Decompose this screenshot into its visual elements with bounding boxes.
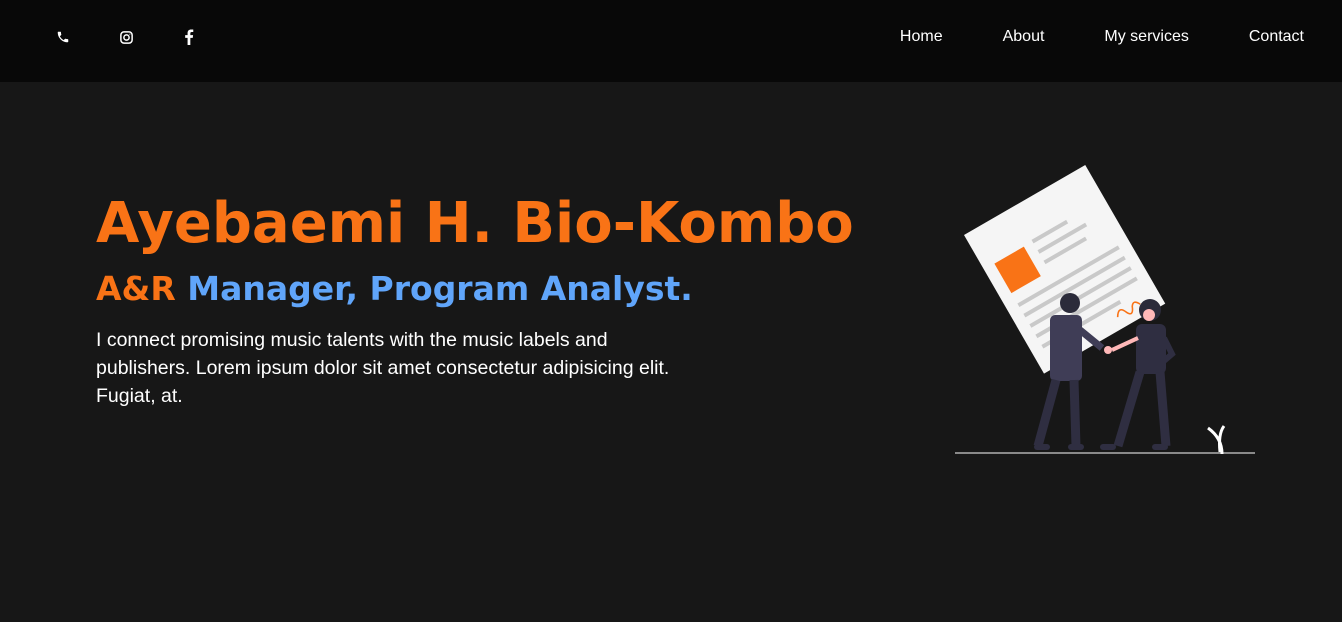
hero-description: I connect promising music talents with t…: [96, 329, 670, 407]
hero-role-title: Manager, Program Analyst.: [187, 269, 693, 308]
nav-home-link[interactable]: Home: [900, 27, 943, 47]
agreement-handshake-illustration: [950, 160, 1260, 460]
instagram-icon[interactable]: [115, 26, 137, 48]
phone-icon[interactable]: [52, 26, 74, 48]
social-links: [52, 26, 200, 48]
hero-role-accent: A&R: [96, 269, 176, 308]
nav-about-link[interactable]: About: [1003, 27, 1045, 47]
facebook-icon[interactable]: [178, 26, 200, 48]
handshake-illustration-svg: [955, 165, 1255, 455]
hero-name: Ayebaemi H. Bio-Kombo: [96, 191, 854, 256]
nav-contact-link[interactable]: Contact: [1249, 27, 1304, 47]
top-navigation-bar: Home About My services Contact: [0, 0, 1342, 82]
main-nav: Home About My services Contact: [900, 27, 1304, 47]
nav-services-link[interactable]: My services: [1104, 27, 1188, 47]
hero-role: A&R Manager, Program Analyst.: [96, 267, 693, 311]
